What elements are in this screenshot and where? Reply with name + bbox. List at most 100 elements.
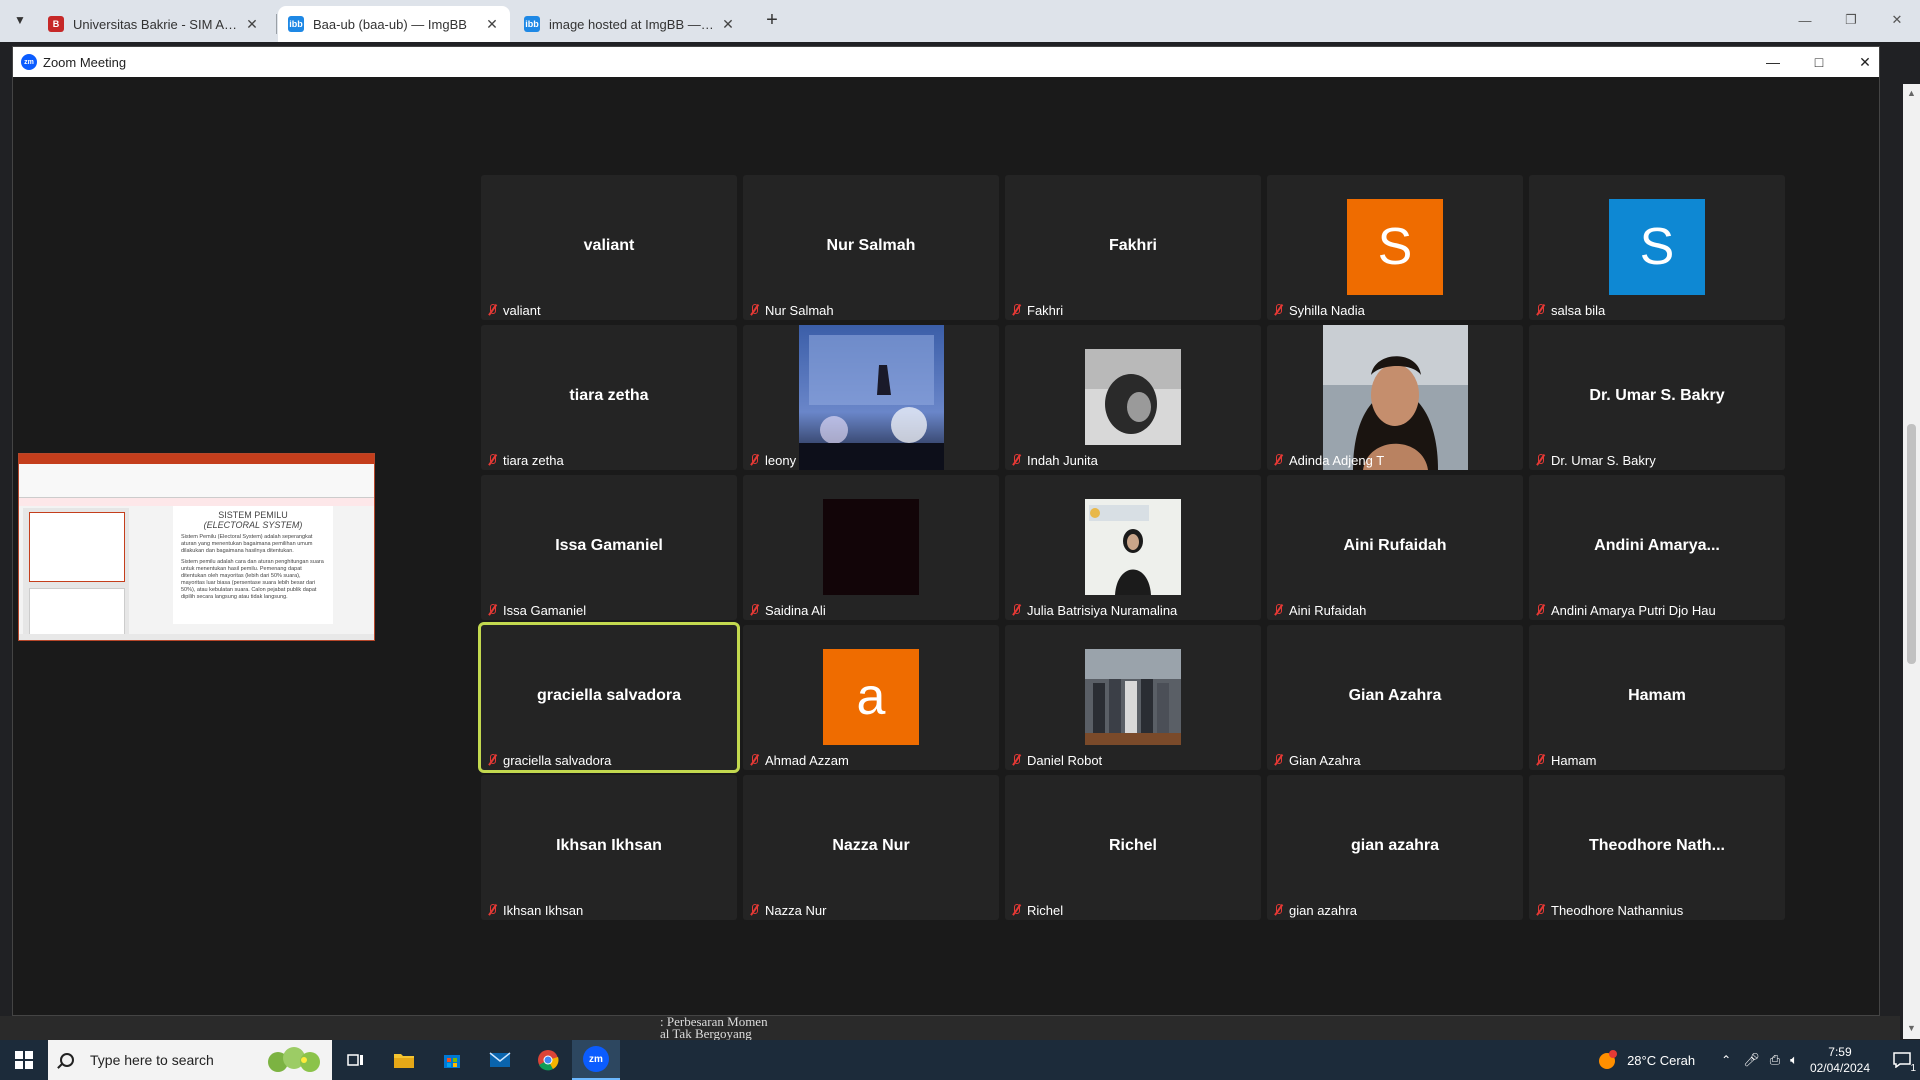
participant-tile[interactable]: Fakhri Fakhri	[1005, 175, 1261, 320]
clock[interactable]: 7:59 02/04/2024	[1810, 1044, 1870, 1076]
participant-label: graciella salvadora	[485, 752, 611, 768]
participant-tile[interactable]: Adinda Adjeng T	[1267, 325, 1523, 470]
mic-muted-icon	[485, 303, 499, 317]
participant-label: gian azahra	[1271, 902, 1357, 918]
participant-tile[interactable]: Hamam Hamam	[1529, 625, 1785, 770]
browser-restore-icon[interactable]: ❐	[1836, 8, 1866, 32]
mic-muted-icon	[1271, 903, 1285, 917]
tab-divider	[276, 14, 277, 34]
mic-muted-icon	[1271, 753, 1285, 767]
tray-chevron-up-icon[interactable]: ⌃	[1721, 1053, 1731, 1067]
tab-search-menu-icon[interactable]: ▼	[6, 8, 34, 32]
zoom-taskbar-icon[interactable]: zm	[572, 1040, 620, 1080]
participant-label: Dr. Umar S. Bakry	[1533, 452, 1656, 468]
ppt-current-slide: SISTEM PEMILU (ELECTORAL SYSTEM) Sistem …	[173, 506, 333, 624]
participant-tile[interactable]: a Ahmad Azzam	[743, 625, 999, 770]
windows-taskbar: Type here to search zm 28°C Cerah ⌃ 🎤︎ ⎙…	[0, 1040, 1920, 1080]
tab-sim-akademik[interactable]: B Universitas Bakrie - SIM Akademik ✕	[38, 6, 270, 42]
mic-muted-icon	[485, 453, 499, 467]
mic-muted-icon	[747, 453, 761, 467]
tab-close-icon[interactable]: ✕	[244, 16, 260, 33]
participant-tile[interactable]: Issa Gamaniel Issa Gamaniel	[481, 475, 737, 620]
network-icon[interactable]: ⎙	[1770, 1052, 1780, 1068]
participant-name: Hamam	[1628, 687, 1686, 704]
system-tray: 28°C Cerah ⌃ 🎤︎ ⎙ 🔈︎ 7:59 02/04/2024 1	[1597, 1040, 1920, 1080]
zoom-titlebar: zm Zoom Meeting — □ ✕	[13, 47, 1879, 77]
volume-icon[interactable]: 🔈︎	[1790, 1052, 1798, 1068]
new-tab-button[interactable]: +	[758, 8, 786, 32]
participant-tile[interactable]: tiara zetha tiara zetha	[481, 325, 737, 470]
participant-label-text: Andini Amarya Putri Djo Hau	[1551, 602, 1716, 618]
notification-center-icon[interactable]: 1	[1884, 1040, 1920, 1080]
participant-label: Gian Azahra	[1271, 752, 1361, 768]
portrait-photo	[1323, 325, 1468, 470]
task-view-icon[interactable]	[332, 1040, 380, 1080]
participant-tile[interactable]: Nazza Nur Nazza Nur	[743, 775, 999, 920]
participant-tile[interactable]: S salsa bila	[1529, 175, 1785, 320]
ppt-warning-bar	[19, 498, 374, 506]
tab-close-icon[interactable]: ✕	[720, 16, 736, 33]
scrollbar-thumb[interactable]	[1907, 424, 1916, 664]
participant-label: Adinda Adjeng T	[1271, 452, 1384, 468]
participant-tile[interactable]: Ikhsan Ikhsan Ikhsan Ikhsan	[481, 775, 737, 920]
scroll-up-icon[interactable]: ▲	[1906, 88, 1917, 100]
participant-tile-active-speaker[interactable]: graciella salvadora graciella salvadora	[478, 622, 740, 773]
participant-tile[interactable]: Nur Salmah Nur Salmah	[743, 175, 999, 320]
participant-tile[interactable]: S Syhilla Nadia	[1267, 175, 1523, 320]
zoom-meeting-window: zm Zoom Meeting — □ ✕ SISTEM PEMILU (ELE…	[12, 46, 1880, 1016]
mail-icon[interactable]	[476, 1040, 524, 1080]
browser-minimize-icon[interactable]: —	[1790, 8, 1820, 32]
tab-close-icon[interactable]: ✕	[484, 16, 500, 33]
chrome-icon[interactable]	[524, 1040, 572, 1080]
participant-label: leony	[747, 452, 796, 468]
weather-text[interactable]: 28°C Cerah	[1627, 1053, 1695, 1068]
shared-screen-thumbnail[interactable]: SISTEM PEMILU (ELECTORAL SYSTEM) Sistem …	[18, 453, 375, 641]
tab-title: Universitas Bakrie - SIM Akademik	[73, 16, 238, 32]
browser-close-icon[interactable]: ✕	[1882, 8, 1912, 32]
participant-label-text: Richel	[1027, 902, 1064, 918]
participant-tile[interactable]: Richel Richel	[1005, 775, 1261, 920]
search-highlight-illustration-icon	[268, 1047, 320, 1072]
participant-label-text: Daniel Robot	[1027, 752, 1103, 768]
search-placeholder: Type here to search	[90, 1052, 214, 1068]
zoom-maximize-icon[interactable]: □	[1799, 50, 1839, 74]
participant-tile[interactable]: gian azahra gian azahra	[1267, 775, 1523, 920]
scroll-down-icon[interactable]: ▼	[1906, 1023, 1917, 1035]
participant-label: Issa Gamaniel	[485, 602, 586, 618]
microphone-icon[interactable]: 🎤︎	[1743, 1052, 1760, 1068]
zoom-close-icon[interactable]: ✕	[1845, 50, 1885, 74]
participant-tile[interactable]: Theodhore Nath... Theodhore Nathannius	[1529, 775, 1785, 920]
microsoft-store-icon[interactable]	[428, 1040, 476, 1080]
participant-label-text: Ikhsan Ikhsan	[503, 902, 584, 918]
participant-tile[interactable]: Aini Rufaidah Aini Rufaidah	[1267, 475, 1523, 620]
file-explorer-icon[interactable]	[380, 1040, 428, 1080]
bakrie-favicon-icon: B	[48, 16, 64, 32]
participant-tile[interactable]: Daniel Robot	[1005, 625, 1261, 770]
zoom-minimize-icon[interactable]: —	[1753, 50, 1793, 74]
weather-sun-icon[interactable]	[1597, 1049, 1619, 1071]
ppt-toolbar	[19, 464, 374, 498]
participant-tile[interactable]: Julia Batrisiya Nuramalina	[1005, 475, 1261, 620]
participant-label-text: Nur Salmah	[765, 302, 834, 318]
taskbar-search-box[interactable]: Type here to search	[48, 1040, 332, 1080]
participant-label-text: Nazza Nur	[765, 902, 827, 918]
participant-tile[interactable]: Indah Junita	[1005, 325, 1261, 470]
mic-muted-icon	[485, 903, 499, 917]
participant-tile[interactable]: Saidina Ali	[743, 475, 999, 620]
participant-tile[interactable]: valiant valiant	[481, 175, 737, 320]
tab-imgbb-image[interactable]: ibb image hosted at ImgBB — ImgBB ✕	[514, 6, 746, 42]
participant-label-text: gian azahra	[1289, 902, 1357, 918]
participant-tile[interactable]: Dr. Umar S. Bakry Dr. Umar S. Bakry	[1529, 325, 1785, 470]
mic-muted-icon	[485, 753, 499, 767]
participant-label-text: Julia Batrisiya Nuramalina	[1027, 602, 1178, 618]
tab-imgbb-baa-ub[interactable]: ibb Baa-ub (baa-ub) — ImgBB ✕	[278, 6, 510, 42]
mic-muted-icon	[747, 753, 761, 767]
participant-tile[interactable]: Andini Amarya... Andini Amarya Putri Djo…	[1529, 475, 1785, 620]
windows-start-button[interactable]	[0, 1040, 48, 1080]
mic-muted-icon	[1009, 603, 1023, 617]
background-headline-line: al Tak Bergoyang	[660, 1026, 752, 1041]
page-scrollbar[interactable]: ▲ ▼	[1903, 84, 1920, 1039]
participant-label: Ahmad Azzam	[747, 752, 849, 768]
participant-tile[interactable]: leony	[743, 325, 999, 470]
participant-tile[interactable]: Gian Azahra Gian Azahra	[1267, 625, 1523, 770]
